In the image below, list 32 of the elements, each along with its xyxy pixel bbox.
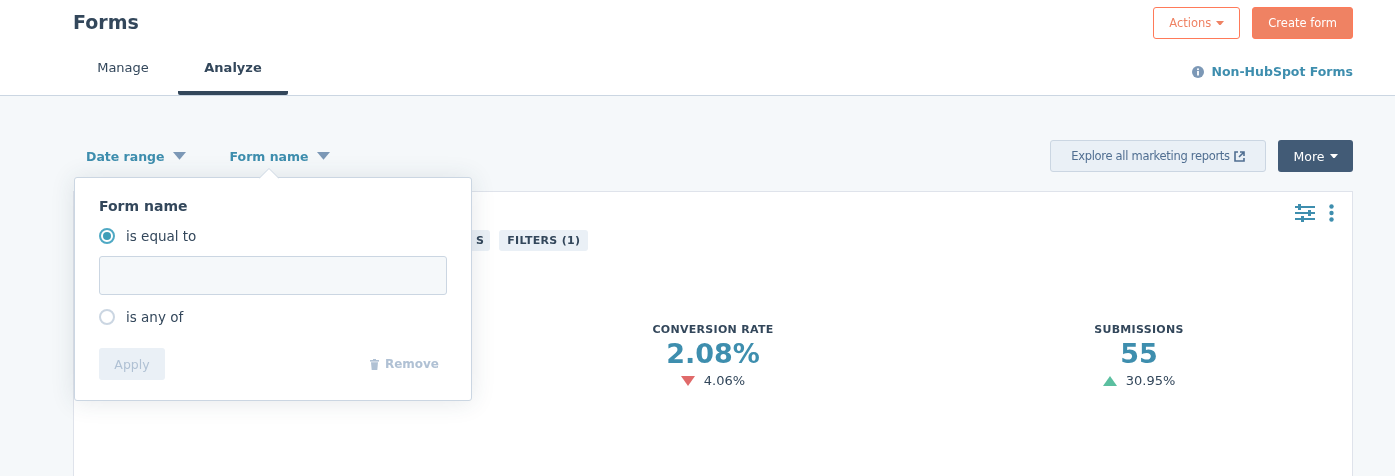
- caret-icon: [172, 152, 186, 160]
- actions-button[interactable]: Actions: [1153, 7, 1241, 39]
- more-vertical-icon[interactable]: [1329, 204, 1334, 222]
- metric-label: SUBMISSIONS: [1094, 323, 1184, 336]
- info-icon: [1192, 65, 1205, 78]
- metric-change: 4.06%: [703, 373, 746, 388]
- sliders-icon[interactable]: [1295, 204, 1315, 222]
- caret-icon: [316, 152, 330, 160]
- popover-title: Form name: [99, 198, 189, 214]
- tab[interactable]: Manage: [68, 47, 178, 95]
- up-triangle-icon: [1102, 375, 1117, 386]
- tab[interactable]: Analyze: [178, 47, 288, 95]
- metric-label: CONVERSION RATE: [652, 323, 774, 336]
- more-button[interactable]: More: [1278, 140, 1353, 172]
- metric-value: 55: [1120, 338, 1158, 369]
- explore-reports-button[interactable]: Explore all marketing reports: [1050, 140, 1266, 172]
- filter-tag: FILTERS (1): [499, 230, 589, 251]
- caret-icon: [1216, 20, 1225, 26]
- external-link-icon: [1233, 150, 1245, 162]
- metric-change: 30.95%: [1125, 373, 1176, 388]
- input-field[interactable]: [99, 256, 447, 295]
- caret-icon: [1329, 153, 1338, 159]
- down-triangle-icon: [680, 375, 695, 386]
- page-title: Forms: [73, 11, 139, 33]
- radio-option[interactable]: is equal to: [99, 228, 447, 244]
- filter-dropdown[interactable]: Date range: [86, 148, 186, 164]
- trash-icon: [369, 358, 379, 370]
- filter-dropdown[interactable]: Form name: [229, 148, 330, 164]
- metric-value: 2.08%: [666, 338, 760, 369]
- create-button[interactable]: Create form: [1252, 7, 1353, 39]
- radio-option[interactable]: is any of: [99, 309, 447, 325]
- non-hubspot-forms-link[interactable]: Non-HubSpot Forms: [1192, 64, 1353, 79]
